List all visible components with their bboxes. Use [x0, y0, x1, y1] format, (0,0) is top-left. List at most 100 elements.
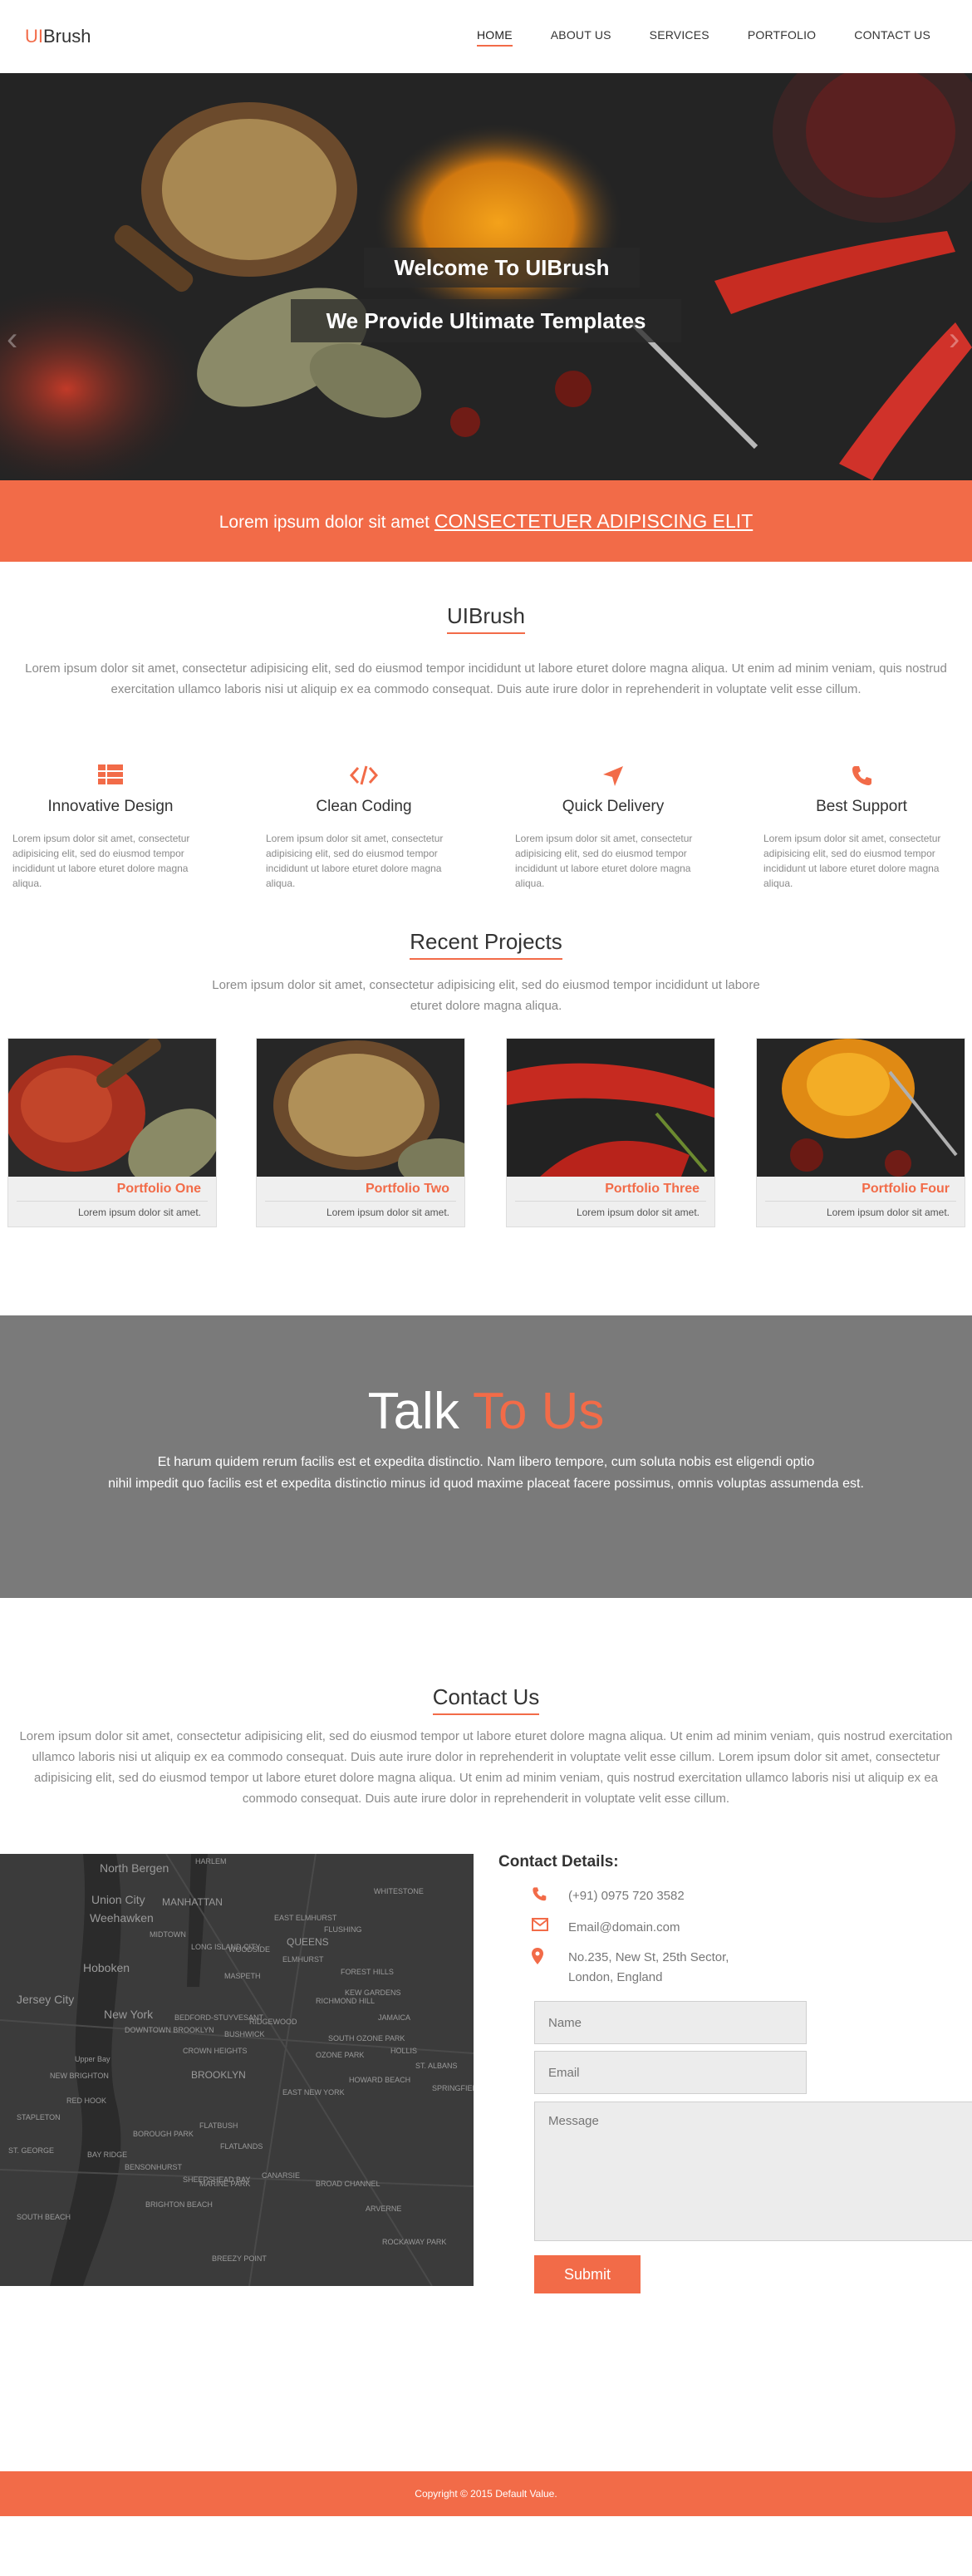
feature-text: Lorem ipsum dolor sit amet, consectetur …	[763, 833, 941, 889]
map-label: FOREST HILLS	[341, 1968, 394, 1976]
map-label: SOUTH OZONE PARK	[328, 2034, 405, 2043]
hero-slider: ‹ › Welcome To UIBrush We Provide Ultima…	[0, 73, 972, 480]
portfolio-card[interactable]: Portfolio Two Lorem ipsum dolor sit amet…	[256, 1038, 465, 1227]
top-navbar: UIBrush HOME ABOUT US SERVICES PORTFOLIO…	[0, 0, 972, 73]
portfolio-image	[757, 1039, 965, 1177]
nav-services[interactable]: SERVICES	[650, 28, 709, 42]
portfolio-image	[257, 1039, 464, 1177]
slider-prev-icon[interactable]: ‹	[7, 322, 23, 356]
talk-line-1: Et harum quidem rerum facilis est et exp…	[157, 1455, 815, 1469]
feature-name: Innovative Design	[47, 798, 174, 815]
portfolio-name: Portfolio One	[116, 1182, 201, 1196]
map-label: CANARSIE	[262, 2171, 300, 2180]
about-title: UIBrush	[0, 603, 972, 634]
map-label: NEW BRIGHTON	[50, 2072, 109, 2080]
code-icon	[264, 764, 464, 789]
map-label: RICHMOND HILL	[316, 1997, 375, 2005]
copyright-text: Copyright © 2015 Default Value.	[415, 2488, 557, 2500]
map-label: HOWARD BEACH	[349, 2076, 410, 2084]
map-label: CROWN HEIGHTS	[183, 2047, 248, 2055]
map-label: FLATBUSH	[199, 2121, 238, 2130]
message-field[interactable]	[534, 2102, 972, 2241]
portfolio-name: Portfolio Two	[365, 1182, 449, 1196]
divider	[765, 1201, 956, 1202]
nav-contact-us[interactable]: CONTACT US	[854, 28, 930, 42]
feature-quick-delivery: Quick Delivery Lorem ipsum dolor sit ame…	[513, 764, 713, 891]
map-label: JAMAICA	[378, 2013, 410, 2022]
map-image: North Bergen Union City Weehawken MANHATTAN…	[0, 1854, 474, 2286]
email-text[interactable]: Email@domain.com	[568, 1918, 680, 1938]
feature-name: Best Support	[816, 798, 907, 815]
talk-to-us-section: Talk To Us Et harum quidem rerum facilis…	[0, 1315, 972, 1598]
portfolio-card[interactable]: Portfolio One Lorem ipsum dolor sit amet…	[7, 1038, 217, 1227]
map-label: RIDGEWOOD	[249, 2018, 297, 2026]
map-label: Jersey City	[17, 1993, 74, 2006]
portfolio-card[interactable]: Portfolio Four Lorem ipsum dolor sit ame…	[756, 1038, 965, 1227]
feature-name: Clean Coding	[316, 798, 412, 815]
nav-about-us[interactable]: ABOUT US	[551, 28, 611, 42]
map-label: DOWNTOWN BROOKLYN	[125, 2026, 214, 2034]
map-label: STAPLETON	[17, 2113, 61, 2121]
map-label: SPRINGFIELD GARDENS	[432, 2084, 474, 2092]
feature-name: Quick Delivery	[562, 798, 665, 815]
banner-text: Lorem ipsum dolor sit amet	[218, 513, 430, 532]
map-label: North Bergen	[100, 1861, 169, 1875]
talk-title-accent: To Us	[472, 1383, 605, 1440]
map-label: BREEZY POINT	[212, 2254, 267, 2263]
map-label: ROCKAWAY PARK	[382, 2238, 446, 2246]
banner-link[interactable]: CONSECTETUER ADIPISCING ELIT	[434, 510, 753, 532]
talk-line-2: nihil impedit quo facilis est et expedit…	[108, 1477, 864, 1491]
map-label: FLUSHING	[324, 1925, 362, 1934]
feature-innovative-design: Innovative Design Lorem ipsum dolor sit …	[11, 764, 210, 891]
talk-title: Talk To Us	[0, 1382, 972, 1441]
name-field[interactable]	[534, 2001, 807, 2044]
projects-title-text: Recent Projects	[410, 929, 562, 960]
map-label: SOUTH BEACH	[17, 2213, 71, 2221]
map-label: RED HOOK	[66, 2097, 106, 2105]
feature-text: Lorem ipsum dolor sit amet, consectetur …	[12, 833, 190, 889]
projects-text: Lorem ipsum dolor sit amet, consectetur …	[212, 978, 760, 1013]
portfolio-desc: Lorem ipsum dolor sit amet.	[576, 1207, 700, 1218]
map-label: EAST NEW YORK	[282, 2088, 345, 2097]
portfolio-card[interactable]: Portfolio Three Lorem ipsum dolor sit am…	[506, 1038, 715, 1227]
map-label: MIDTOWN	[150, 1930, 186, 1939]
map[interactable]: North Bergen Union City Weehawken MANHATTAN…	[0, 1854, 474, 2286]
portfolio-desc: Lorem ipsum dolor sit amet.	[326, 1207, 449, 1218]
nav-home[interactable]: HOME	[476, 28, 513, 47]
contact-title: Contact Us	[0, 1684, 972, 1715]
map-label: BROOKLYN	[191, 2069, 246, 2081]
slider-next-icon[interactable]: ›	[949, 322, 965, 356]
map-label: BRIGHTON BEACH	[145, 2200, 213, 2209]
phone-icon	[762, 764, 961, 789]
contact-details-title: Contact Details:	[498, 1853, 619, 1871]
map-label: Weehawken	[90, 1911, 154, 1925]
orange-banner: Lorem ipsum dolor sit amet CONSECTETUER …	[0, 480, 972, 562]
about-title-text: UIBrush	[447, 603, 525, 634]
map-label: WHITESTONE	[374, 1887, 424, 1895]
nav-portfolio[interactable]: PORTFOLIO	[748, 28, 816, 42]
footer: Copyright © 2015 Default Value.	[0, 2471, 972, 2516]
phone-icon	[532, 1886, 547, 1901]
projects-title: Recent Projects	[0, 929, 972, 960]
email-field[interactable]	[534, 2051, 807, 2094]
logo-text: Brush	[43, 26, 91, 47]
map-label: BENSONHURST	[125, 2163, 183, 2171]
map-label: MASPETH	[224, 1972, 261, 1980]
main-menu: HOME ABOUT US SERVICES PORTFOLIO CONTACT…	[439, 28, 930, 47]
submit-button[interactable]: Submit	[534, 2255, 641, 2293]
feature-text: Lorem ipsum dolor sit amet, consectetur …	[515, 833, 693, 889]
map-label: BOROUGH PARK	[133, 2130, 194, 2138]
portfolio-name: Portfolio Four	[862, 1182, 950, 1196]
map-label: ELMHURST	[282, 1955, 324, 1964]
divider	[265, 1201, 456, 1202]
location-arrow-icon	[513, 764, 713, 789]
map-label: New York	[104, 2008, 154, 2021]
feature-clean-coding: Clean Coding Lorem ipsum dolor sit amet,…	[264, 764, 464, 891]
map-label: ARVERNE	[366, 2205, 401, 2213]
logo[interactable]: UIBrush	[25, 26, 91, 47]
talk-title-white: Talk	[367, 1383, 459, 1440]
contact-title-text: Contact Us	[432, 1684, 540, 1715]
map-label: EAST ELMHURST	[274, 1914, 337, 1922]
feature-best-support: Best Support Lorem ipsum dolor sit amet,…	[762, 764, 961, 891]
map-label: FLATLANDS	[220, 2142, 263, 2151]
